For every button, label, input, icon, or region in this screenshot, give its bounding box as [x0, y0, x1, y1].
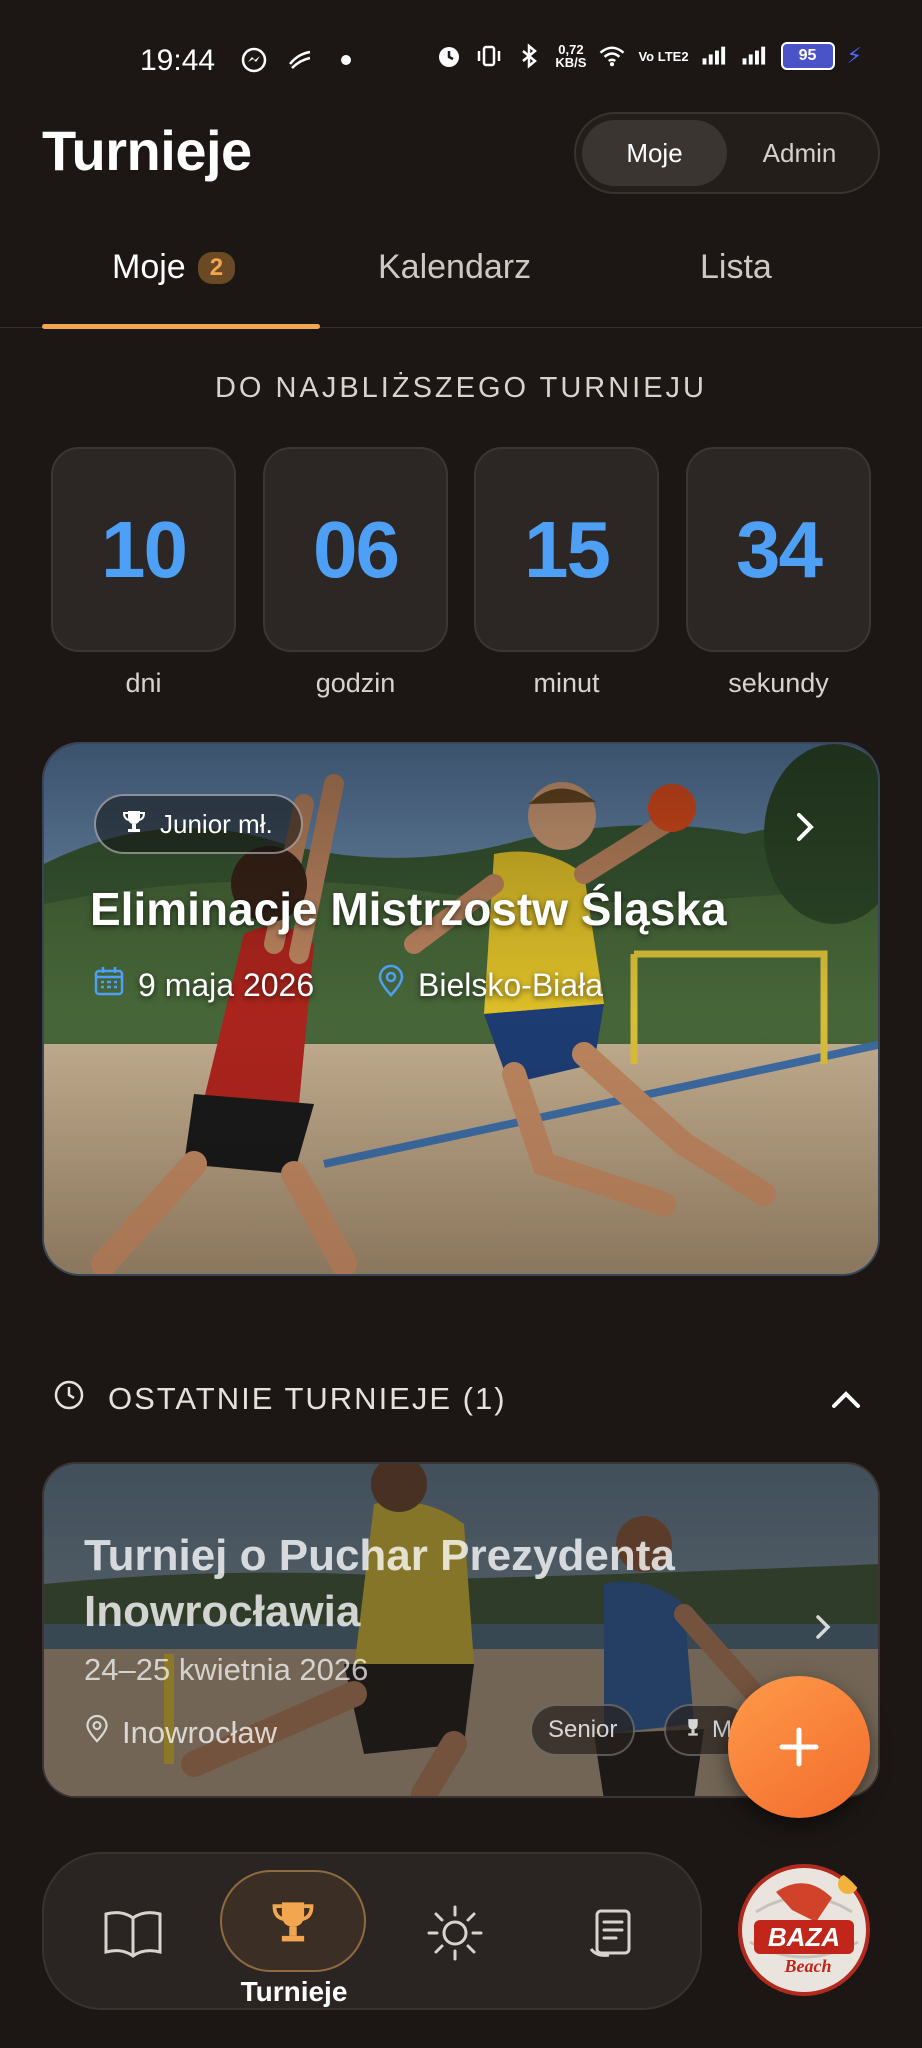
recent-location: Inowrocław — [84, 1714, 277, 1752]
trophy-icon — [272, 1902, 314, 1942]
tab-moje[interactable]: Moje 2 — [112, 248, 236, 287]
nav-item-notes[interactable] — [548, 1854, 678, 2012]
countdown-hours-box: 06 — [263, 447, 448, 652]
countdown-seconds-box: 34 — [686, 447, 871, 652]
alarm-icon — [435, 42, 463, 70]
messenger-icon — [240, 46, 268, 74]
dot-icon — [332, 46, 360, 74]
notes-icon — [589, 1909, 631, 1957]
upcoming-date-text: 9 maja 2026 — [138, 966, 315, 1003]
segment-admin[interactable]: Admin — [727, 120, 872, 186]
tab-lista[interactable]: Lista — [700, 248, 772, 287]
logo-text-beach: Beach — [784, 1956, 832, 1976]
baza-beach-logo-image: BAZA Beach — [738, 1864, 870, 1996]
category-label: Junior mł. — [160, 808, 273, 839]
recent-tournaments-header[interactable]: OSTATNIE TURNIEJE (1) — [52, 1378, 507, 1420]
tab-moje-label: Moje — [112, 248, 186, 286]
countdown-minutes-box: 15 — [474, 447, 659, 652]
role-segmented-control: Moje Admin — [574, 112, 880, 194]
tab-active-indicator — [42, 324, 320, 329]
recent-date: 24–25 kwietnia 2026 — [84, 1652, 369, 1687]
location-pin-icon — [376, 964, 406, 1006]
upcoming-location: Bielsko-Biała — [376, 964, 603, 1006]
add-tournament-button[interactable] — [728, 1676, 870, 1818]
chevron-right-icon — [797, 813, 814, 841]
countdown-heading: DO NAJBLIŻSZEGO TURNIEJU — [214, 372, 708, 404]
upcoming-date: 9 maja 2026 — [92, 964, 314, 1006]
recent-heading-text: OSTATNIE TURNIEJE (1) — [108, 1381, 507, 1416]
baza-beach-logo[interactable]: BAZA Beach — [736, 1862, 872, 1998]
countdown-seconds-label: sekundy — [728, 668, 829, 698]
book-icon — [104, 1911, 162, 1958]
trophy-icon — [120, 807, 148, 842]
chevron-up-icon[interactable] — [828, 1382, 864, 1418]
plus-icon — [779, 1727, 819, 1767]
countdown-hours: 06 — [313, 504, 400, 594]
countdown-days: 10 — [101, 504, 188, 594]
signal-icon — [701, 42, 729, 70]
nav-item-rules[interactable] — [68, 1854, 198, 2012]
countdown-hours-label: godzin — [315, 668, 396, 698]
tab-kalendarz-label: Kalendarz — [378, 248, 532, 286]
recent-chip-senior-label: Senior — [548, 1716, 618, 1743]
recent-location-text: Inowrocław — [122, 1715, 278, 1750]
wifi-icon — [598, 42, 626, 70]
tab-bar: Moje 2 Kalendarz Lista — [0, 236, 922, 329]
tab-kalendarz[interactable]: Kalendarz — [378, 248, 531, 287]
battery-icon: 95 — [780, 42, 835, 70]
vibrate-icon — [475, 42, 503, 70]
upcoming-location-text: Bielsko-Biała — [418, 966, 603, 1003]
category-chip: Junior mł. — [94, 794, 303, 854]
countdown-minutes-label: minut — [533, 668, 600, 698]
tab-lista-label: Lista — [700, 248, 772, 286]
bottom-nav: Turnieje — [42, 1852, 702, 2010]
upcoming-tournament-card[interactable]: Junior mł. Eliminacje Mistrzostw Śląska … — [42, 742, 880, 1276]
net-speed: 0,72 KB/S — [555, 43, 586, 69]
location-pin-icon — [84, 1714, 110, 1752]
signal-icon-2 — [741, 42, 769, 70]
countdown-days-box: 10 — [51, 447, 236, 652]
status-left-icons — [240, 46, 360, 74]
nav-item-tournaments[interactable] — [228, 1854, 358, 1988]
upcoming-title: Eliminacje Mistrzostw Śląska — [90, 883, 727, 935]
notification-icon — [286, 46, 314, 74]
clock-icon — [52, 1378, 86, 1420]
segment-moje[interactable]: Moje — [582, 120, 727, 186]
nav-item-conditions[interactable] — [390, 1854, 520, 2012]
tab-moje-badge: 2 — [197, 251, 236, 284]
volte-label: Vo LTE2 — [638, 48, 689, 64]
status-bar: 19:44 0,72 KB/S Vo LTE2 95 ⚡ — [0, 0, 922, 120]
status-time: 19:44 — [140, 44, 216, 77]
net-speed-unit: KB/S — [555, 55, 587, 70]
page-title: Turnieje — [42, 119, 252, 182]
logo-text-baza: BAZA — [768, 1922, 840, 1952]
recent-title: Turniej o Puchar Prezydenta Inowrocławia — [84, 1531, 675, 1636]
recent-chip-senior: Senior — [530, 1704, 636, 1756]
sun-icon — [427, 1905, 483, 1961]
calendar-icon — [92, 964, 126, 1006]
bluetooth-icon — [515, 42, 543, 70]
status-right-icons: 0,72 KB/S Vo LTE2 95 ⚡ — [435, 42, 862, 70]
nav-active-label: Turnieje — [240, 1976, 348, 2007]
chevron-right-icon — [816, 1615, 831, 1639]
trophy-icon — [682, 1716, 704, 1745]
countdown-days-label: dni — [125, 668, 162, 698]
countdown-seconds: 34 — [736, 504, 823, 594]
charging-icon: ⚡ — [846, 43, 862, 68]
countdown-minutes: 15 — [524, 504, 611, 594]
